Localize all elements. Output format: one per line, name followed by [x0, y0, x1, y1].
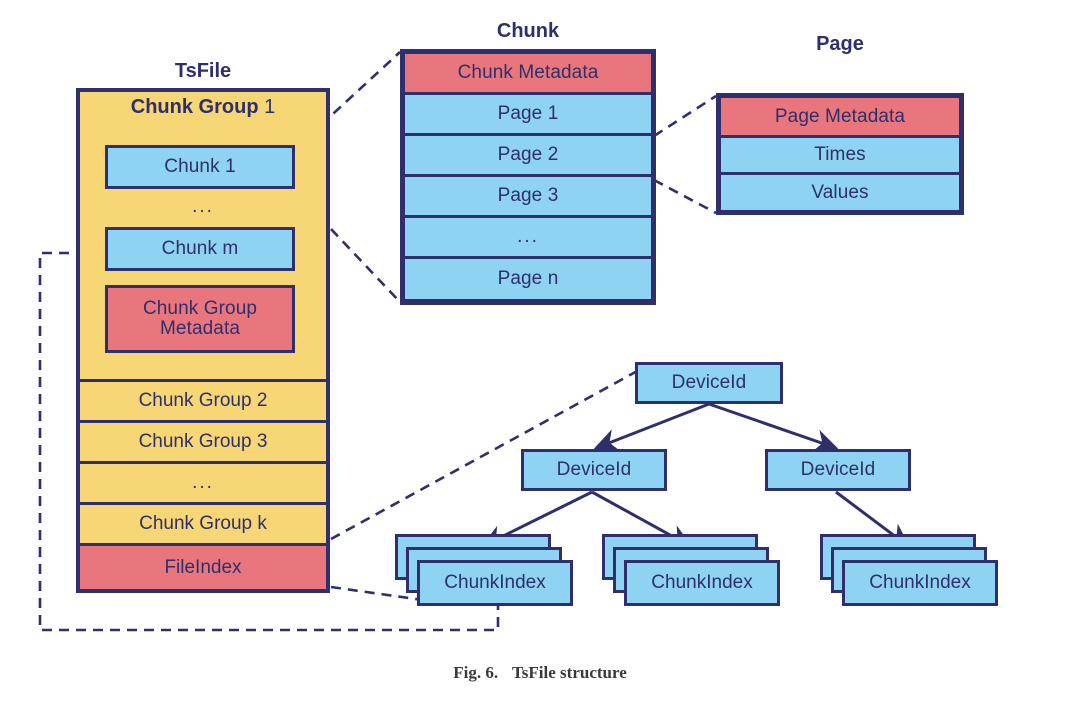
chunkindex-stack-3-front[interactable]: ChunkIndex [842, 560, 998, 606]
page-1-row[interactable]: Page 1 [403, 93, 653, 135]
page-ellipsis-row: ... [403, 216, 653, 258]
page-3-row[interactable]: Page 3 [403, 175, 653, 217]
page-title: Page [816, 33, 864, 55]
page-metadata-row[interactable]: Page Metadata [719, 96, 961, 137]
chunk-group-metadata-box[interactable]: Chunk Group Metadata [105, 285, 295, 353]
diagram-canvas: TsFile Chunk Page Chunk Group 1 Chunk 1 … [0, 0, 1080, 712]
chunk-group-1-number: 1 [264, 96, 276, 118]
chunk-1-box[interactable]: Chunk 1 [105, 145, 295, 189]
values-row[interactable]: Values [719, 173, 961, 212]
deviceid-left-box[interactable]: DeviceId [521, 449, 667, 491]
page-n-row[interactable]: Page n [403, 257, 653, 301]
tsfile-title: TsFile [174, 60, 232, 82]
times-row[interactable]: Times [719, 136, 961, 174]
chunk-group-1-label: Chunk Group 1 [80, 96, 326, 119]
fileindex-row[interactable]: FileIndex [80, 543, 326, 589]
chunkindex-stack-3[interactable]: ChunkIndex [820, 534, 998, 608]
deviceid-right-box[interactable]: DeviceId [765, 449, 911, 491]
chunk-group-1-label-text: Chunk Group [130, 96, 259, 118]
tree-edges-level1 [593, 402, 839, 452]
page-container: Page Metadata Times Values [716, 93, 964, 215]
figure-caption: Fig. 6. TsFile structure [0, 663, 1080, 683]
chunkindex-stack-2-front[interactable]: ChunkIndex [624, 560, 780, 606]
chunk-title: Chunk [496, 20, 560, 42]
chunkindex-stack-1[interactable]: ChunkIndex [395, 534, 573, 608]
chunkindex-stack-1-front[interactable]: ChunkIndex [417, 560, 573, 606]
page-2-row[interactable]: Page 2 [403, 134, 653, 176]
deviceid-root-box[interactable]: DeviceId [635, 362, 783, 404]
figure-caption-text: TsFile structure [512, 663, 627, 682]
figure-caption-label: Fig. 6. [453, 663, 499, 682]
chunkindex-stack-2[interactable]: ChunkIndex [602, 534, 780, 608]
chunk-group-2-row[interactable]: Chunk Group 2 [80, 379, 326, 420]
chunk-group-k-row[interactable]: Chunk Group k [80, 502, 326, 543]
chunk-container: Chunk Metadata Page 1 Page 2 Page 3 ... … [400, 49, 656, 305]
chunk-metadata-row[interactable]: Chunk Metadata [403, 52, 653, 94]
chunk-group-1-ellipsis: ... [192, 196, 214, 217]
chunk-group-3-row[interactable]: Chunk Group 3 [80, 420, 326, 461]
tsfile-container: Chunk Group 1 Chunk 1 ... Chunk m Chunk … [76, 88, 330, 593]
chunk-group-ellipsis-row: ... [80, 461, 326, 502]
chunk-m-box[interactable]: Chunk m [105, 227, 295, 271]
connector-chunk-to-page [653, 94, 717, 215]
